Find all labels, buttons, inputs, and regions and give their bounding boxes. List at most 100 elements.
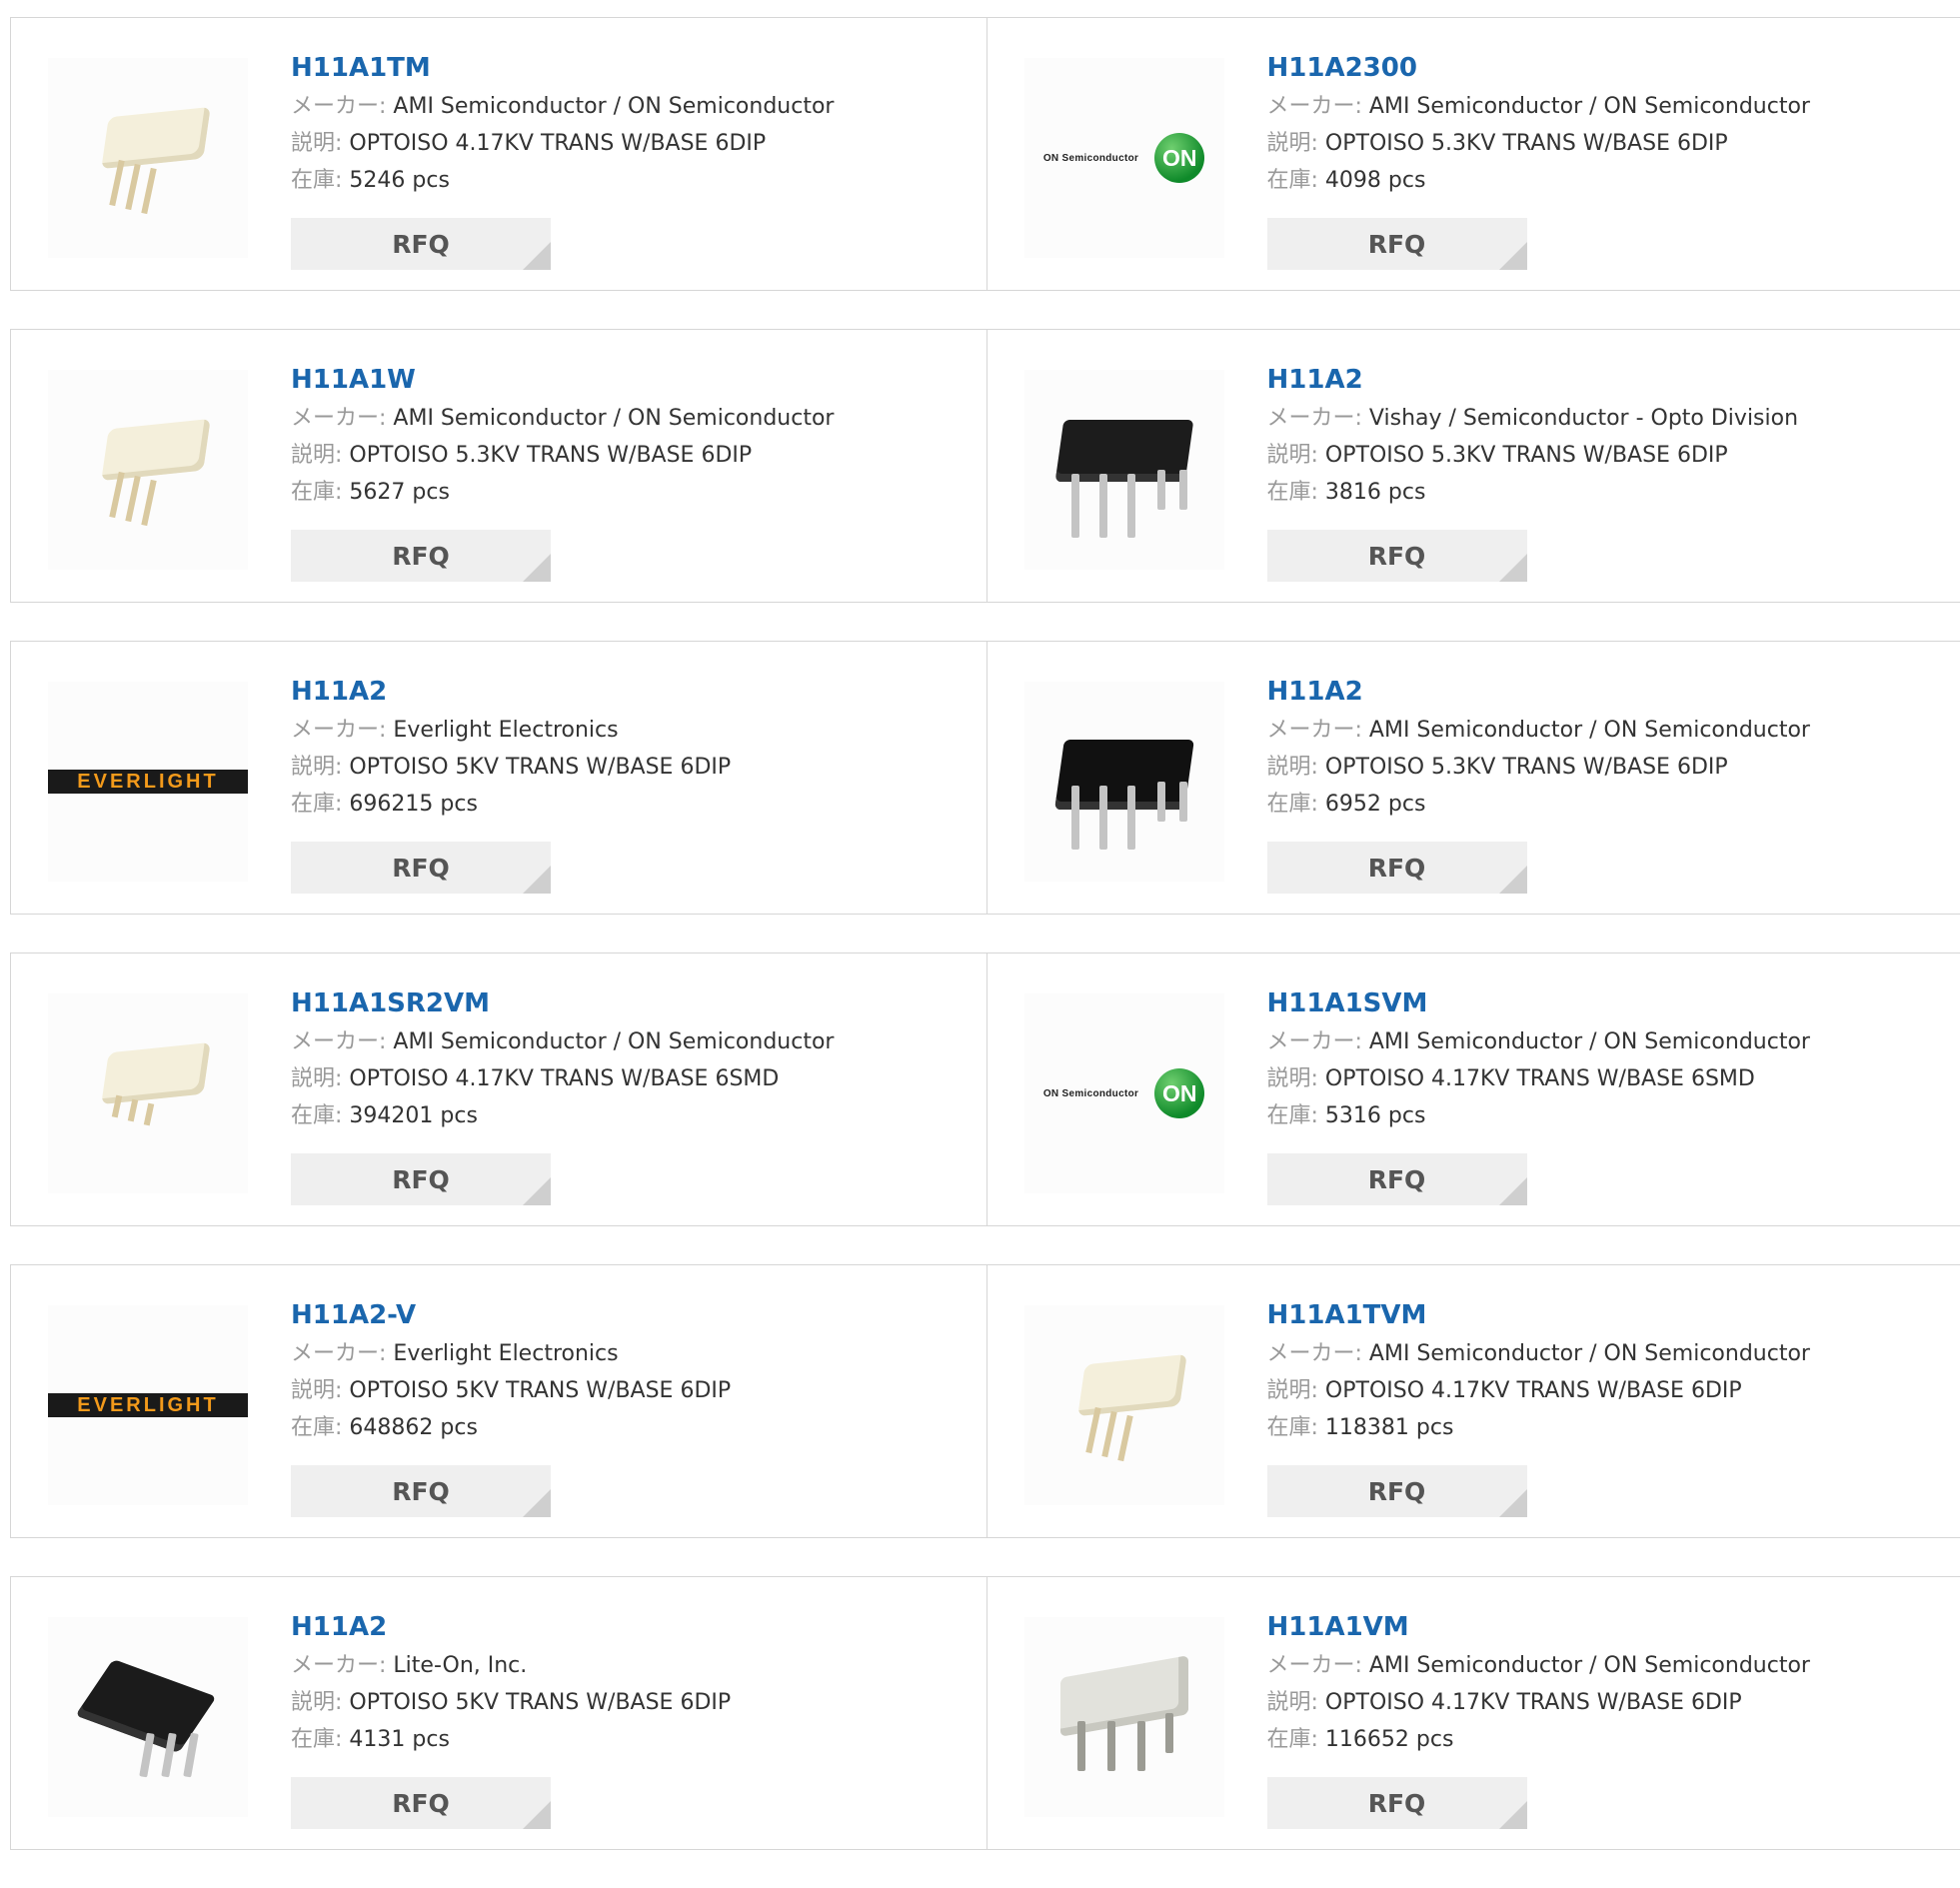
product-info: H11A1SVM メーカー: AMI Semiconductor / ON Se…	[1267, 983, 1810, 1134]
rfq-label: RFQ	[392, 1789, 450, 1818]
description-line: 説明: OPTOISO 5.3KV TRANS W/BASE 6DIP	[291, 437, 834, 474]
stock-value: 5627 pcs	[349, 480, 450, 505]
product-thumbnail[interactable]	[1024, 682, 1224, 882]
rfq-button[interactable]: RFQ	[1267, 1465, 1527, 1517]
manufacturer-line: メーカー: AMI Semiconductor / ON Semiconduct…	[1267, 1335, 1810, 1372]
description-value: OPTOISO 5.3KV TRANS W/BASE 6DIP	[1325, 755, 1728, 780]
product-thumbnail[interactable]: EVERLIGHT	[48, 1305, 248, 1505]
product-card: H11A1TVM メーカー: AMI Semiconductor / ON Se…	[987, 1265, 1960, 1537]
stock-label: 在庫:	[291, 1103, 342, 1128]
rfq-button[interactable]: RFQ	[291, 1465, 551, 1517]
description-value: OPTOISO 5KV TRANS W/BASE 6DIP	[349, 1378, 731, 1403]
stock-label: 在庫:	[291, 792, 342, 817]
product-row: H11A1SR2VM メーカー: AMI Semiconductor / ON …	[10, 952, 1960, 1226]
product-thumbnail[interactable]: EVERLIGHT	[48, 682, 248, 882]
description-label: 説明:	[291, 131, 342, 156]
product-thumbnail[interactable]	[1024, 1305, 1224, 1505]
stock-value: 6952 pcs	[1325, 792, 1426, 817]
product-thumbnail[interactable]	[48, 58, 248, 258]
manufacturer-value: Lite-On, Inc.	[393, 1653, 527, 1678]
product-name-link[interactable]: H11A2300	[1267, 48, 1810, 88]
product-thumbnail[interactable]	[1024, 1617, 1224, 1817]
on-semiconductor-logo: ON Semiconductor ON	[1043, 133, 1204, 183]
rfq-button[interactable]: RFQ	[291, 1153, 551, 1205]
manufacturer-label: メーカー:	[291, 1653, 386, 1678]
description-value: OPTOISO 4.17KV TRANS W/BASE 6DIP	[1325, 1690, 1742, 1715]
manufacturer-label: メーカー:	[1267, 1029, 1362, 1054]
stock-line: 在庫: 5316 pcs	[1267, 1097, 1810, 1134]
product-name-link[interactable]: H11A1SVM	[1267, 983, 1810, 1023]
rfq-button[interactable]: RFQ	[291, 842, 551, 894]
manufacturer-line: メーカー: AMI Semiconductor / ON Semiconduct…	[1267, 88, 1810, 125]
rfq-button[interactable]: RFQ	[1267, 1777, 1527, 1829]
stock-line: 在庫: 696215 pcs	[291, 786, 731, 823]
stock-value: 3816 pcs	[1325, 480, 1426, 505]
stock-line: 在庫: 6952 pcs	[1267, 786, 1810, 823]
stock-value: 5246 pcs	[349, 168, 450, 193]
product-info: H11A2 メーカー: Lite-On, Inc. 説明: OPTOISO 5K…	[291, 1607, 731, 1758]
product-name-link[interactable]: H11A1W	[291, 360, 834, 400]
rfq-label: RFQ	[392, 230, 450, 259]
product-name-link[interactable]: H11A2	[1267, 360, 1799, 400]
manufacturer-value: AMI Semiconductor / ON Semiconductor	[1369, 1029, 1810, 1054]
description-value: OPTOISO 5KV TRANS W/BASE 6DIP	[349, 1690, 731, 1715]
product-info: H11A1SR2VM メーカー: AMI Semiconductor / ON …	[291, 983, 834, 1134]
product-thumbnail[interactable]	[48, 370, 248, 570]
stock-label: 在庫:	[1267, 168, 1318, 193]
rfq-button[interactable]: RFQ	[1267, 842, 1527, 894]
stock-line: 在庫: 118381 pcs	[1267, 1409, 1810, 1446]
manufacturer-label: メーカー:	[291, 718, 386, 743]
rfq-button[interactable]: RFQ	[1267, 218, 1527, 270]
product-card: H11A1TM メーカー: AMI Semiconductor / ON Sem…	[11, 18, 987, 290]
product-info: H11A2 メーカー: Everlight Electronics 説明: OP…	[291, 672, 731, 823]
manufacturer-label: メーカー:	[1267, 718, 1362, 743]
rfq-button[interactable]: RFQ	[291, 1777, 551, 1829]
product-row: EVERLIGHT H11A2 メーカー: Everlight Electron…	[10, 641, 1960, 915]
product-name-link[interactable]: H11A2	[291, 1607, 731, 1647]
rfq-label: RFQ	[1368, 854, 1426, 883]
product-name-link[interactable]: H11A2	[1267, 672, 1810, 712]
product-name-link[interactable]: H11A1SR2VM	[291, 983, 834, 1023]
stock-line: 在庫: 4131 pcs	[291, 1721, 731, 1758]
product-thumbnail[interactable]	[48, 1617, 248, 1817]
rfq-button[interactable]: RFQ	[1267, 1153, 1527, 1205]
product-thumbnail[interactable]	[48, 993, 248, 1193]
product-name-link[interactable]: H11A1TM	[291, 48, 834, 88]
everlight-logo: EVERLIGHT	[48, 770, 248, 794]
product-info: H11A2300 メーカー: AMI Semiconductor / ON Se…	[1267, 48, 1810, 199]
rfq-button[interactable]: RFQ	[291, 530, 551, 582]
description-value: OPTOISO 5.3KV TRANS W/BASE 6DIP	[349, 443, 752, 468]
manufacturer-line: メーカー: AMI Semiconductor / ON Semiconduct…	[291, 1023, 834, 1060]
product-name-link[interactable]: H11A1VM	[1267, 1607, 1810, 1647]
product-thumbnail[interactable]: ON Semiconductor ON	[1024, 58, 1224, 258]
corner-triangle-icon	[1499, 1801, 1527, 1829]
description-value: OPTOISO 4.17KV TRANS W/BASE 6DIP	[349, 131, 766, 156]
rfq-label: RFQ	[392, 542, 450, 571]
product-row: H11A1W メーカー: AMI Semiconductor / ON Semi…	[10, 329, 1960, 603]
chip-image	[1049, 400, 1199, 540]
corner-triangle-icon	[1499, 554, 1527, 582]
corner-triangle-icon	[523, 1801, 551, 1829]
corner-triangle-icon	[523, 554, 551, 582]
product-name-link[interactable]: H11A2-V	[291, 1295, 731, 1335]
product-name-link[interactable]: H11A1TVM	[1267, 1295, 1810, 1335]
rfq-label: RFQ	[392, 1477, 450, 1506]
rfq-button[interactable]: RFQ	[291, 218, 551, 270]
product-thumbnail[interactable]	[1024, 370, 1224, 570]
description-value: OPTOISO 4.17KV TRANS W/BASE 6SMD	[349, 1066, 779, 1091]
product-card: ON Semiconductor ON H11A2300 メーカー: AMI S…	[987, 18, 1960, 290]
product-thumbnail[interactable]: ON Semiconductor ON	[1024, 993, 1224, 1193]
stock-value: 116652 pcs	[1325, 1727, 1454, 1752]
stock-line: 在庫: 394201 pcs	[291, 1097, 834, 1134]
description-label: 説明:	[291, 1690, 342, 1715]
product-info: H11A2 メーカー: Vishay / Semiconductor - Opt…	[1267, 360, 1799, 511]
product-card: H11A2 メーカー: Lite-On, Inc. 説明: OPTOISO 5K…	[11, 1577, 987, 1849]
rfq-label: RFQ	[1368, 1477, 1426, 1506]
stock-value: 4098 pcs	[1325, 168, 1426, 193]
product-name-link[interactable]: H11A2	[291, 672, 731, 712]
product-info: H11A2 メーカー: AMI Semiconductor / ON Semic…	[1267, 672, 1810, 823]
rfq-button[interactable]: RFQ	[1267, 530, 1527, 582]
chip-image	[88, 1033, 208, 1153]
stock-value: 5316 pcs	[1325, 1103, 1426, 1128]
manufacturer-label: メーカー:	[1267, 94, 1362, 119]
